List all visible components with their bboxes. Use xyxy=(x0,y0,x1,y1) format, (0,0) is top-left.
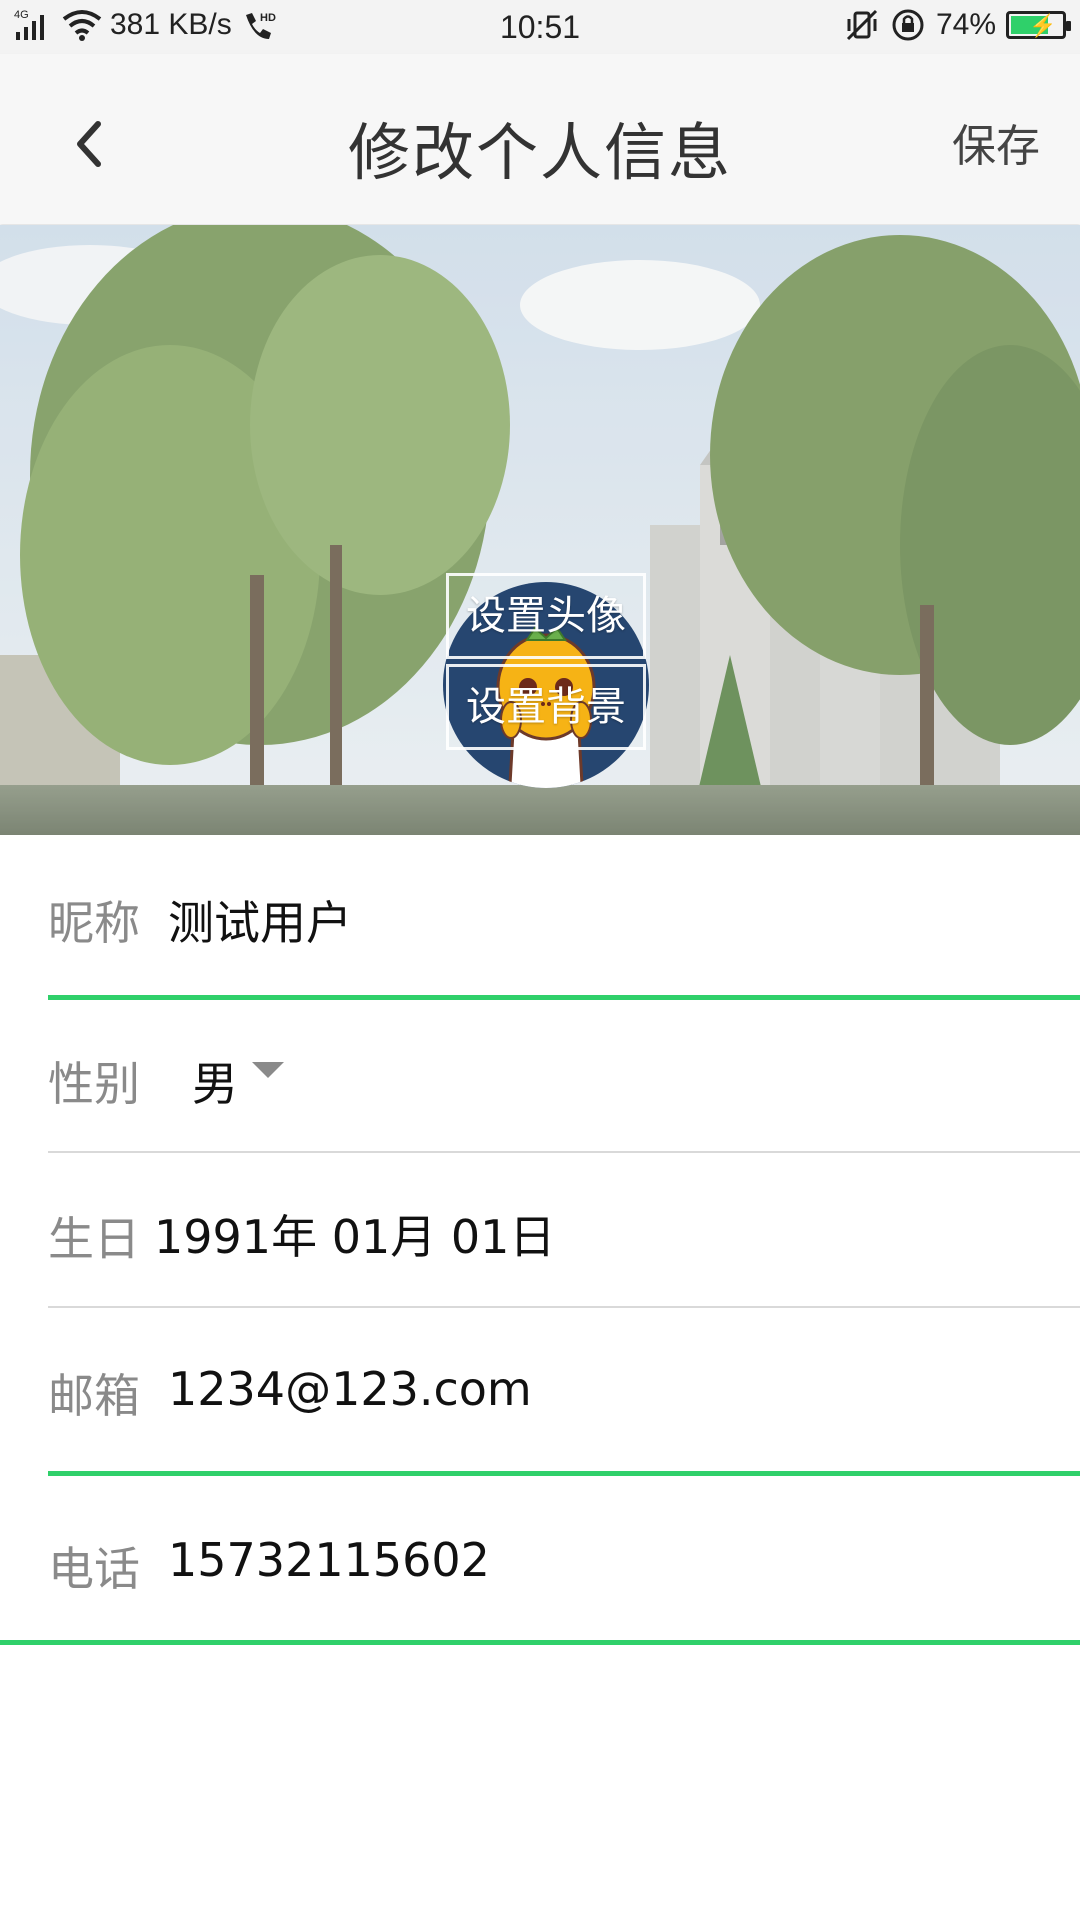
phone-row: 电话 15732115602 xyxy=(0,1475,1080,1645)
app-bar: 修改个人信息 保存 xyxy=(0,54,1080,224)
gender-row: 性别 男 xyxy=(0,1000,1080,1155)
email-field[interactable]: 1234@123.com xyxy=(168,1362,532,1416)
email-label: 邮箱 xyxy=(48,1369,140,1423)
phone-label: 电话 xyxy=(48,1542,140,1596)
dropdown-arrow-icon[interactable] xyxy=(252,1062,284,1078)
phone-underline xyxy=(0,1640,1080,1645)
vibrate-icon xyxy=(844,9,880,41)
nickname-row: 昵称 测试用户 xyxy=(0,835,1080,1000)
rotation-lock-icon xyxy=(890,8,926,42)
gender-select[interactable]: 男 xyxy=(192,1048,238,1114)
phone-field[interactable]: 15732115602 xyxy=(168,1533,490,1587)
nickname-label: 昵称 xyxy=(48,896,140,950)
birthday-label: 生日 xyxy=(48,1212,140,1266)
birthday-divider xyxy=(48,1306,1080,1308)
birthday-row: 生日 1991年 01月 01日 xyxy=(0,1155,1080,1310)
battery-percent: 74% xyxy=(935,8,996,41)
birthday-field[interactable]: 1991年 01月 01日 xyxy=(154,1201,555,1267)
email-row: 邮箱 1234@123.com xyxy=(0,1310,1080,1476)
save-button[interactable]: 保存 xyxy=(952,110,1040,174)
nickname-field[interactable]: 测试用户 xyxy=(168,887,352,953)
gender-divider xyxy=(48,1151,1080,1153)
status-right: 74% ⚡ xyxy=(844,8,1071,42)
status-bar: 4G 381 KB/s HD 10:51 74% ⚡ xyxy=(0,0,1080,54)
set-background-button[interactable]: 设置背景 xyxy=(446,664,646,750)
battery-icon: ⚡ xyxy=(1006,11,1071,39)
gender-label: 性别 xyxy=(48,1057,140,1111)
set-avatar-button[interactable]: 设置头像 xyxy=(446,573,646,659)
charging-icon: ⚡ xyxy=(1029,13,1057,38)
page-title: 修改个人信息 xyxy=(347,116,732,189)
profile-banner: 设置头像 设置背景 xyxy=(0,225,1080,835)
